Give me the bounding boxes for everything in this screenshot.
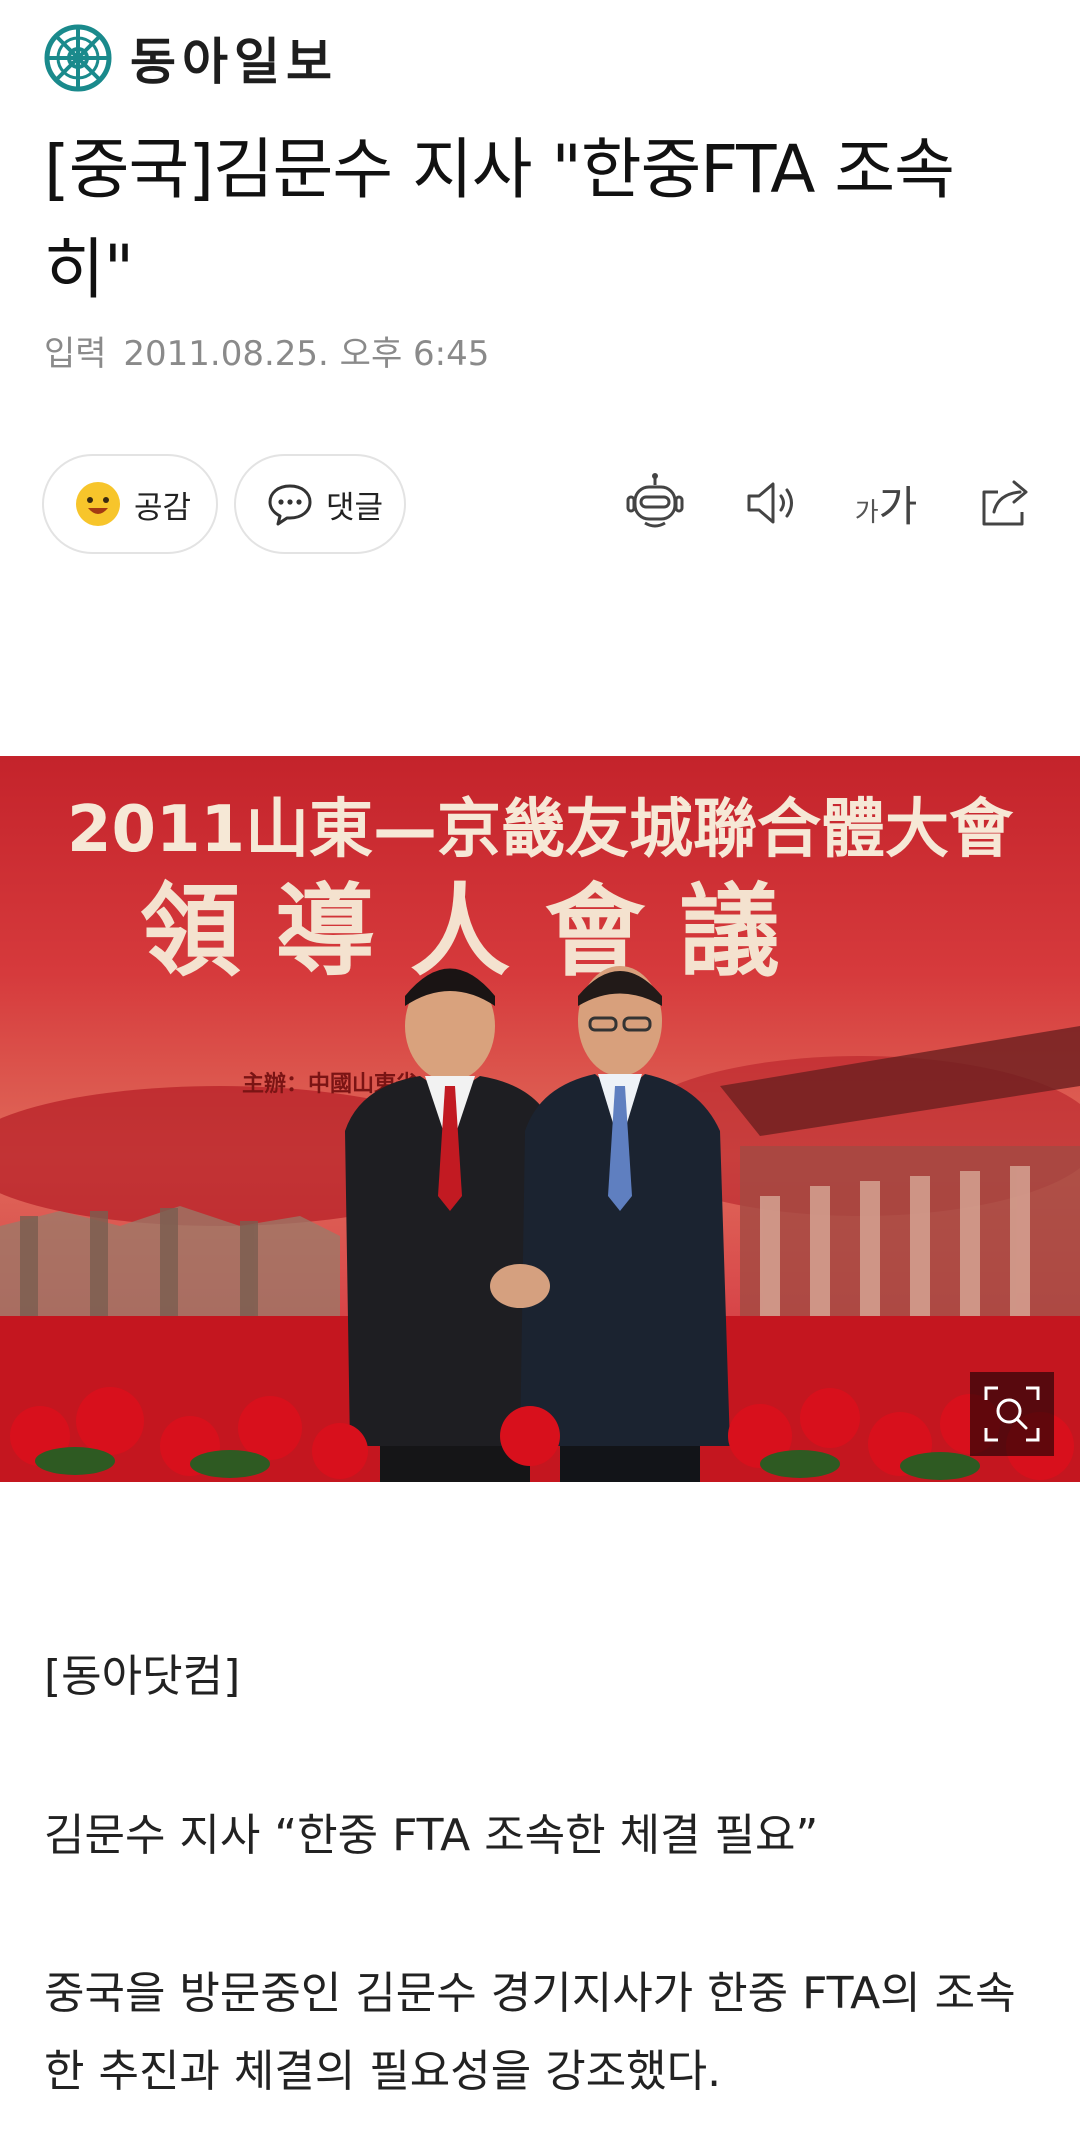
photo-scene: 2011山東—京畿友城聯合體大會 領 導 人 會 議 主辦：中國山東省 [0,793,1080,1482]
font-size-button[interactable]: 가가 [848,468,924,538]
comment-label: 댓글 [326,489,384,526]
site-logo[interactable]: 동아일보 [44,24,338,92]
person-right [520,966,730,1482]
photo-zoom-button[interactable] [970,1372,1054,1456]
article-subheading: 김문수 지사 “한중 FTA 조속한 체결 필요” [44,1810,819,1861]
speaker-icon [747,482,793,524]
dongailbo-emblem-icon [44,24,112,92]
date-value: 2011.08.25. 오후 6:45 [123,334,490,374]
article-photo[interactable]: 2011山東—京畿友城聯合體大會 領 導 人 會 議 主辦：中國山東省 [0,756,1080,1482]
article-source: [동아닷컴] [44,1651,241,1702]
comment-button[interactable]: 댓글 [234,454,406,554]
article-date: 입력 2011.08.25. 오후 6:45 [44,326,489,375]
share-button[interactable] [970,468,1040,538]
text-to-speech-button[interactable] [735,468,805,538]
zoom-search-icon [984,1386,1040,1442]
smiley-face-icon [76,482,120,526]
banner-line1: 2011山東—京畿友城聯合體大會 [67,793,1014,867]
font-size-icon: 가가 [855,473,918,534]
like-label: 공감 [134,489,192,526]
ai-summary-button[interactable] [620,468,690,538]
article-title: [중국]김문수 지사 "한중FTA 조속히" [44,131,955,308]
robot-icon [626,473,684,528]
article-paragraph: 중국을 방문중인 김문수 경기지사가 한중 FTA의 조속한 추진과 체결의 필… [44,1968,1016,2097]
share-icon [982,480,1028,526]
font-small-glyph: 가 [854,497,879,528]
speech-bubble-icon [268,484,312,526]
date-label: 입력 [44,334,107,374]
font-big-glyph: 가 [878,481,918,531]
like-button[interactable]: 공감 [42,454,218,554]
logo-text: 동아일보 [130,33,338,91]
article-page: { "header": { "logo_text": "동아일보", "logo… [0,0,1080,2155]
